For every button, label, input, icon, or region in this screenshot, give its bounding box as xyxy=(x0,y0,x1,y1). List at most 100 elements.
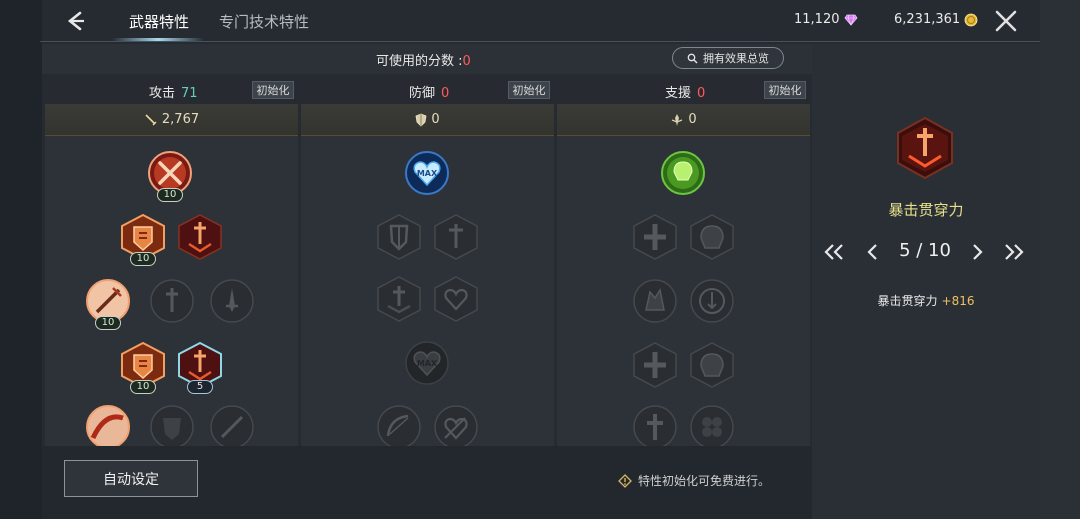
locked-dragon-icon xyxy=(633,279,677,323)
defense-reset-button[interactable]: 初始化 xyxy=(508,81,550,99)
gold-coin-icon xyxy=(964,13,978,26)
locked-bow-icon xyxy=(377,405,421,449)
tab-weapon-traits[interactable]: 武器特性 xyxy=(129,11,189,32)
skill-level: 10 xyxy=(130,252,156,266)
gem-count: 11,120 xyxy=(794,12,840,27)
tab-specialty-traits[interactable]: 专门技术特性 xyxy=(219,11,309,32)
effect-summary-button[interactable]: 拥有效果总览 xyxy=(672,47,784,69)
skill-locked-dagger[interactable] xyxy=(209,278,255,324)
available-points-value: 0 xyxy=(462,54,471,69)
skill-green-potion[interactable] xyxy=(660,150,706,196)
reset-free-text: 特性初始化可免费进行。 xyxy=(638,474,771,488)
skill-locked-cross-heart[interactable] xyxy=(433,276,479,322)
attack-column: 攻击 71 初始化 2,767 xyxy=(45,76,298,446)
skill-critical-sword-2[interactable]: 5 xyxy=(177,342,223,394)
available-points: 可使用的分数 :0 xyxy=(376,50,471,69)
support-title-label: 支援 xyxy=(665,86,692,101)
skill-locked-max-heart[interactable]: MAX xyxy=(404,340,450,386)
attack-title-label: 攻击 xyxy=(149,86,176,101)
attack-title: 攻击 71 xyxy=(149,82,198,101)
skill-level: 10 xyxy=(95,316,121,330)
prev-page-button[interactable] xyxy=(860,238,884,266)
attack-points: 71 xyxy=(181,86,198,101)
attack-column-header: 攻击 71 初始化 xyxy=(45,76,298,104)
locked-burst-icon xyxy=(377,276,421,322)
locked-dagger-icon xyxy=(210,279,254,323)
next-page-button[interactable] xyxy=(966,238,990,266)
defense-points: 0 xyxy=(441,86,450,101)
support-title: 支援 0 xyxy=(665,82,705,101)
skill-locked-burst[interactable] xyxy=(376,276,422,322)
available-points-label: 可使用的分数 : xyxy=(376,54,463,69)
defense-column: 防御 0 初始化 0 xyxy=(301,76,554,446)
skill-locked-shield[interactable] xyxy=(376,214,422,260)
attack-stat: 2,767 xyxy=(45,104,298,136)
max-label: MAX xyxy=(417,169,438,178)
support-stat-value: 0 xyxy=(688,112,697,127)
green-potion-icon xyxy=(661,151,705,195)
double-chevron-right-icon xyxy=(1005,244,1024,260)
skill-crossed-swords[interactable]: 10 xyxy=(147,150,193,202)
skill-locked-brain-2[interactable] xyxy=(689,342,735,388)
slash-arc-icon xyxy=(86,405,130,449)
skill-locked-cross[interactable] xyxy=(632,214,678,260)
top-header: 武器特性 专门技术特性 11,120 6,231,361 xyxy=(0,0,1080,42)
skill-locked-dragon[interactable] xyxy=(632,278,678,324)
detail-effect: 暴击贯穿力 +816 xyxy=(812,292,1040,309)
reset-free-note: 特性初始化可免费进行。 xyxy=(618,472,770,489)
critical-sword-icon xyxy=(897,116,953,180)
chevron-right-icon xyxy=(973,244,983,260)
skill-locked-cross-2[interactable] xyxy=(632,342,678,388)
first-page-button[interactable] xyxy=(820,238,848,266)
skill-locked-sword[interactable] xyxy=(149,278,195,324)
locked-max-heart-icon: MAX xyxy=(405,341,449,385)
skill-locked-mask[interactable] xyxy=(149,404,195,450)
skill-locked-heart-sword[interactable] xyxy=(433,404,479,450)
support-reset-button[interactable]: 初始化 xyxy=(764,81,806,99)
skill-locked-clover[interactable] xyxy=(689,404,735,450)
last-page-button[interactable] xyxy=(1000,238,1028,266)
attack-stat-value: 2,767 xyxy=(161,112,200,127)
locked-spiral-icon xyxy=(690,279,734,323)
locked-shield-icon xyxy=(377,214,421,260)
skill-locked-bow[interactable] xyxy=(376,404,422,450)
skill-sword-slash[interactable]: 10 xyxy=(85,278,131,330)
locked-blade-icon xyxy=(210,405,254,449)
defense-stat: 0 xyxy=(301,104,554,136)
right-shadow xyxy=(1040,0,1080,519)
search-icon xyxy=(687,53,698,63)
defense-title: 防御 0 xyxy=(409,82,449,101)
skill-locked-spiral[interactable] xyxy=(689,278,735,324)
skill-max-heart[interactable]: MAX xyxy=(404,150,450,196)
skill-shield-fist-2[interactable]: 10 xyxy=(120,342,166,394)
skill-critical-sword[interactable] xyxy=(177,214,223,260)
auto-assign-button[interactable]: 自动设定 xyxy=(64,460,198,497)
info-diamond-icon xyxy=(618,473,632,488)
locked-cross-heart-icon xyxy=(434,276,478,322)
locked-cross-plain-icon xyxy=(633,405,677,449)
locked-cross-icon xyxy=(633,342,677,388)
sword-icon xyxy=(145,113,157,125)
attack-reset-button[interactable]: 初始化 xyxy=(252,81,294,99)
close-icon[interactable] xyxy=(993,8,1019,34)
max-heart-icon: MAX xyxy=(405,151,449,195)
effect-label: 暴击贯穿力 xyxy=(877,294,938,308)
double-chevron-left-icon xyxy=(824,244,843,260)
skill-locked-cross-plain[interactable] xyxy=(632,404,678,450)
locked-cross-icon xyxy=(633,214,677,260)
skill-locked-brain[interactable] xyxy=(689,214,735,260)
effect-summary-label: 拥有效果总览 xyxy=(703,52,769,65)
skill-slash-arc[interactable] xyxy=(85,404,131,450)
skill-level: 10 xyxy=(130,380,156,394)
support-stat: 0 xyxy=(557,104,810,136)
skill-locked-blade[interactable] xyxy=(209,404,255,450)
locked-mask-icon xyxy=(150,405,194,449)
back-arrow-icon[interactable] xyxy=(62,8,88,34)
locked-clover-icon xyxy=(690,405,734,449)
gem-currency: 11,120 xyxy=(794,12,858,27)
max-label: MAX xyxy=(417,359,438,368)
support-points: 0 xyxy=(697,86,706,101)
skill-locked-sword-down[interactable] xyxy=(433,214,479,260)
skill-shield-fist[interactable]: 10 xyxy=(120,214,166,266)
gold-currency: 6,231,361 xyxy=(894,12,978,27)
